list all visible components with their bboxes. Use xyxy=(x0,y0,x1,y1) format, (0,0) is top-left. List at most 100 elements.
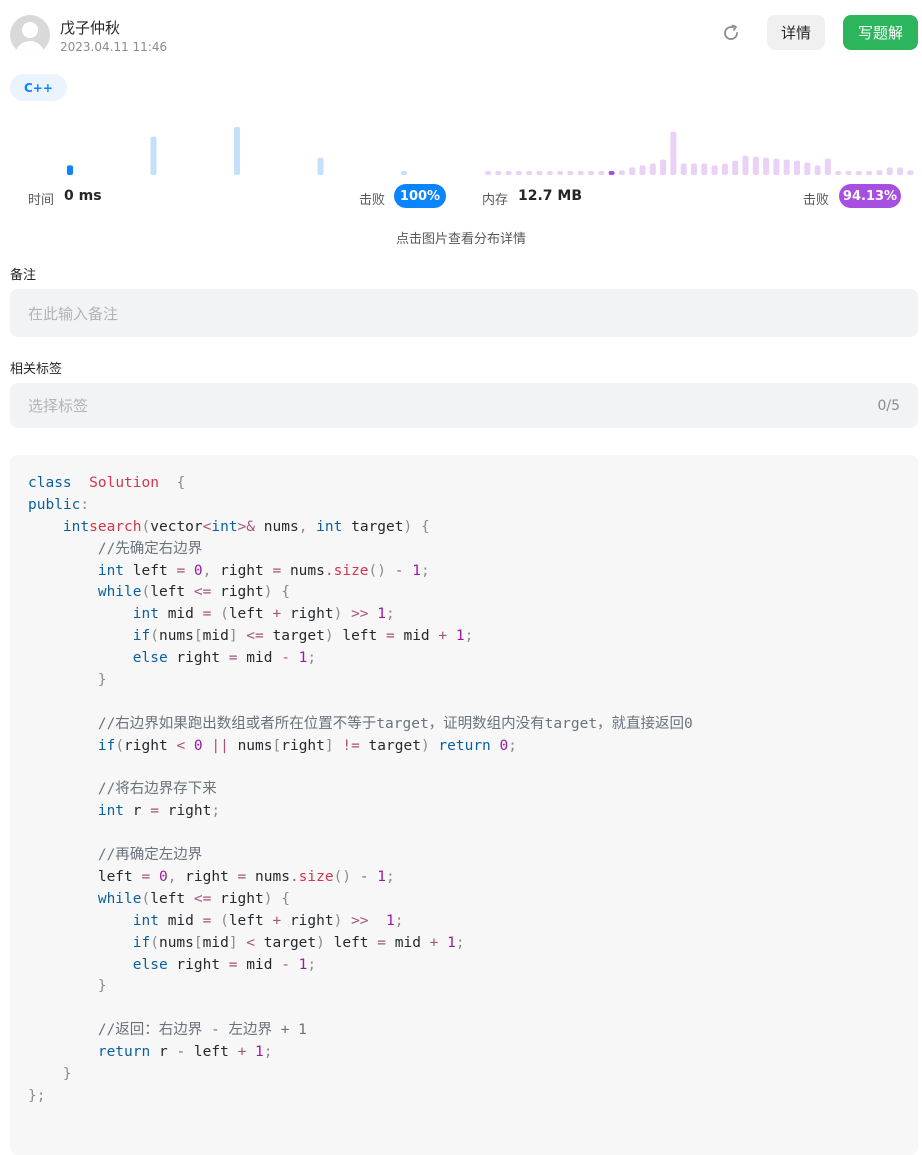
memory-distribution-bar[interactable] xyxy=(618,170,625,175)
memory-distribution-bar[interactable] xyxy=(886,167,893,175)
code-line[interactable]: } xyxy=(28,976,693,998)
memory-distribution-bar[interactable] xyxy=(546,171,553,175)
memory-distribution-bar[interactable] xyxy=(876,170,883,175)
code-line[interactable]: public: xyxy=(28,495,693,517)
code-line[interactable]: else right = mid - 1; xyxy=(28,955,693,977)
memory-distribution-bar[interactable] xyxy=(701,163,708,175)
write-solution-button[interactable]: 写题解 xyxy=(843,15,918,50)
code-token: = xyxy=(228,650,238,667)
memory-distribution-bar[interactable] xyxy=(505,171,512,175)
detail-button[interactable]: 详情 xyxy=(767,15,825,50)
memory-distribution-bar[interactable] xyxy=(526,171,533,175)
memory-distribution-bar[interactable] xyxy=(598,171,605,175)
memory-distribution-bar[interactable] xyxy=(824,158,831,175)
code-line[interactable]: //返回：右边界 - 左边界 + 1 xyxy=(28,1020,693,1042)
code-line[interactable]: int r = right; xyxy=(28,801,693,823)
remark-input[interactable]: 在此输入备注 xyxy=(10,289,918,337)
submission-timestamp: 2023.04.11 11:46 xyxy=(60,40,168,54)
memory-distribution-bar[interactable] xyxy=(752,156,759,175)
memory-distribution-bar[interactable] xyxy=(577,171,584,175)
memory-distribution-bar[interactable] xyxy=(794,160,800,175)
memory-distribution-bar[interactable] xyxy=(670,131,677,175)
code-line[interactable]: if(nums[mid] < target) left = mid + 1; xyxy=(28,933,693,955)
code-line[interactable]: //右边界如果跑出数组或者所在位置不等于target，证明数组内没有target… xyxy=(28,714,693,736)
code-line[interactable]: } xyxy=(28,670,693,692)
code-line[interactable]: while(left <= right) { xyxy=(28,582,693,604)
distribution-chart[interactable] xyxy=(0,115,922,177)
code-line[interactable]: if(right < 0 || nums[right] != target) r… xyxy=(28,736,693,758)
runtime-distribution-bar[interactable] xyxy=(150,136,157,175)
memory-distribution-bar[interactable] xyxy=(485,171,491,175)
avatar[interactable] xyxy=(10,15,50,55)
code-line[interactable]: return r - left + 1; xyxy=(28,1042,693,1064)
memory-distribution-bar[interactable] xyxy=(855,171,862,175)
memory-distribution-bar[interactable] xyxy=(907,170,914,175)
code-token: { xyxy=(176,475,186,491)
memory-distribution-bar[interactable] xyxy=(495,171,502,175)
code-line[interactable] xyxy=(28,758,693,780)
memory-distribution-bar[interactable] xyxy=(660,159,667,175)
memory-distribution-bar[interactable] xyxy=(680,163,687,175)
code-line[interactable]: //将右边界存下来 xyxy=(28,779,693,801)
code-line[interactable]: class Solution { xyxy=(28,473,693,495)
memory-distribution-bar[interactable] xyxy=(835,171,842,175)
memory-distribution-bar[interactable] xyxy=(742,155,749,175)
code-line[interactable] xyxy=(28,998,693,1020)
username[interactable]: 戊子仲秋 xyxy=(60,17,120,38)
memory-distribution-bar[interactable] xyxy=(866,171,873,175)
memory-distribution-bar[interactable] xyxy=(783,159,790,175)
memory-distribution-bar[interactable] xyxy=(608,171,615,175)
memory-distribution-bar[interactable] xyxy=(814,165,821,175)
memory-distribution-bar[interactable] xyxy=(639,165,646,175)
distribution-hint[interactable]: 点击图片查看分布详情 xyxy=(0,228,922,247)
code-line[interactable]: //先确定右边界 xyxy=(28,539,693,561)
memory-distribution-bar[interactable] xyxy=(897,167,903,175)
memory-distribution-bar[interactable] xyxy=(845,171,852,175)
memory-distribution-bar[interactable] xyxy=(649,163,656,175)
memory-distribution-bar[interactable] xyxy=(557,171,564,175)
runtime-distribution-bar[interactable] xyxy=(317,157,324,175)
language-tag[interactable]: C++ xyxy=(10,74,67,101)
code-block[interactable]: class Solution {public: intsearch(vector… xyxy=(10,455,918,1155)
code-line[interactable]: int left = 0, right = nums.size() - 1; xyxy=(28,561,693,583)
code-line[interactable]: while(left <= right) { xyxy=(28,889,693,911)
runtime-distribution-bar[interactable] xyxy=(401,171,407,175)
code-token: = xyxy=(141,869,151,886)
code-line[interactable] xyxy=(28,823,693,845)
code-line[interactable]: } xyxy=(28,1064,693,1086)
memory-distribution-bar[interactable] xyxy=(721,163,728,175)
code-token: ; xyxy=(263,1044,273,1061)
memory-distribution-bar[interactable] xyxy=(567,171,574,175)
code-line[interactable]: int mid = (left + right) >> 1; xyxy=(28,604,693,626)
memory-distribution-bar[interactable] xyxy=(773,158,780,175)
memory-distribution-bar[interactable] xyxy=(732,160,739,175)
code-line[interactable] xyxy=(28,692,693,714)
runtime-distribution-bar[interactable] xyxy=(234,127,240,175)
memory-distribution-bar[interactable] xyxy=(804,162,811,175)
code-content[interactable]: class Solution {public: intsearch(vector… xyxy=(28,473,693,1108)
code-line[interactable]: intsearch(vector<int>& nums, int target)… xyxy=(28,517,693,539)
runtime-distribution-bar[interactable] xyxy=(67,165,73,175)
memory-distribution-bar[interactable] xyxy=(536,171,543,175)
code-line[interactable]: left = 0, right = nums.size() - 1; xyxy=(28,867,693,889)
code-line[interactable]: }; xyxy=(28,1086,693,1108)
memory-distribution-bar[interactable] xyxy=(691,163,697,175)
code-line[interactable]: if(nums[mid] <= target) left = mid + 1; xyxy=(28,626,693,648)
memory-distribution-bar[interactable] xyxy=(629,167,636,175)
memory-distribution-bar[interactable] xyxy=(763,157,770,175)
tag-selector[interactable]: 选择标签 0/5 xyxy=(10,383,918,428)
code-line[interactable]: else right = mid - 1; xyxy=(28,648,693,670)
code-line[interactable]: int mid = (left + right) >> 1; xyxy=(28,911,693,933)
code-token: size xyxy=(298,869,334,886)
memory-distribution-bar[interactable] xyxy=(515,171,522,175)
memory-distribution-bar[interactable] xyxy=(711,165,718,175)
refresh-icon[interactable] xyxy=(720,22,742,44)
code-line[interactable]: //再确定左边界 xyxy=(28,845,693,867)
memory-distribution-bar[interactable] xyxy=(588,171,594,175)
code-token: if xyxy=(132,628,151,645)
code-token: = xyxy=(237,869,247,886)
code-token: ) xyxy=(324,628,334,645)
